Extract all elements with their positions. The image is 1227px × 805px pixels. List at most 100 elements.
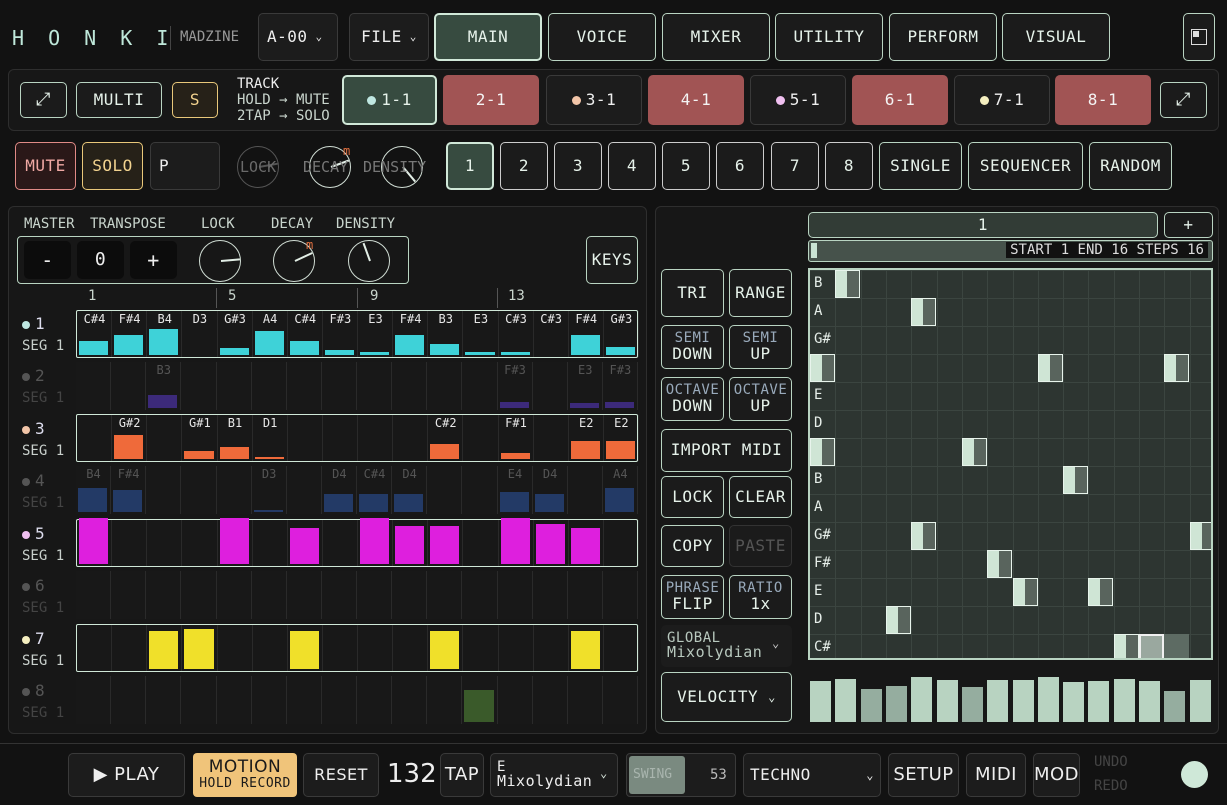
play-button[interactable]: ▶ PLAY: [68, 753, 185, 797]
sequencer-note[interactable]: [1088, 578, 1114, 606]
step-cell[interactable]: [288, 625, 323, 671]
lock-knob[interactable]: [199, 240, 241, 282]
step-cell[interactable]: [568, 571, 603, 619]
ratio-button[interactable]: RATIO 1x: [729, 575, 792, 619]
step-cell[interactable]: [357, 571, 393, 619]
step-cell[interactable]: [181, 362, 217, 410]
track-button-6[interactable]: 6-1: [852, 75, 948, 125]
step-cell[interactable]: [252, 571, 287, 619]
track-row-label-7[interactable]: 7: [22, 629, 45, 648]
swing-slider[interactable]: SWING 53: [626, 753, 736, 797]
velocity-bar[interactable]: [1164, 691, 1186, 722]
tab-visual[interactable]: VISUAL: [1002, 13, 1110, 61]
track-lane-7[interactable]: [76, 624, 639, 672]
density-knob[interactable]: [348, 240, 390, 282]
redo-button[interactable]: REDO: [1094, 778, 1128, 794]
step-cell[interactable]: [111, 676, 147, 724]
track-row-label-3[interactable]: 3: [22, 419, 45, 438]
step-cell[interactable]: [112, 520, 148, 566]
expand-icon[interactable]: ⤢: [1160, 82, 1207, 118]
step-cell[interactable]: [253, 520, 288, 566]
mod-button[interactable]: MOD: [1033, 753, 1080, 797]
step-cell[interactable]: [111, 571, 147, 619]
step-cell[interactable]: [287, 466, 322, 514]
step-cell[interactable]: [568, 466, 603, 514]
step-cell[interactable]: [499, 518, 534, 566]
step-cell[interactable]: E3: [463, 311, 499, 357]
track-lane-1[interactable]: C#4 F#4 B4 D3 G#3 A4 C#4 F#3 E3 F#4 B3 E3 C#3 C#3 F#4 G…: [76, 310, 639, 358]
step-cell[interactable]: [427, 676, 463, 724]
step-page-7[interactable]: 7: [771, 142, 819, 190]
loop-range-bar[interactable]: START 1 END 16 STEPS 16: [808, 240, 1213, 262]
step-cell[interactable]: [463, 415, 499, 461]
bpm-value[interactable]: 132: [387, 759, 437, 789]
random-button[interactable]: RANDOM: [1089, 142, 1172, 190]
step-cell[interactable]: C#4: [288, 311, 323, 357]
track-button-3[interactable]: 3-1: [546, 75, 642, 125]
mute-button[interactable]: MUTE: [15, 142, 76, 190]
step-cell[interactable]: [182, 520, 218, 566]
step-cell[interactable]: [322, 676, 357, 724]
step-cell[interactable]: [392, 362, 428, 410]
velocity-bar[interactable]: [1113, 679, 1135, 722]
step-cell[interactable]: [76, 571, 112, 619]
step-cell[interactable]: [499, 625, 534, 671]
step-cell[interactable]: F#4: [111, 466, 147, 514]
step-cell[interactable]: F#3: [323, 311, 358, 357]
step-cell[interactable]: [603, 676, 638, 724]
step-cell[interactable]: E2: [604, 415, 639, 461]
step-cell[interactable]: [111, 362, 147, 410]
tap-button[interactable]: TAP: [440, 753, 484, 797]
step-cell[interactable]: B3: [146, 362, 182, 410]
step-cell[interactable]: G#3: [604, 311, 639, 357]
track-lane-4[interactable]: B4 F#4 D3 D4 C#4 D4 E4 D4 A4: [76, 466, 638, 514]
step-cell[interactable]: [533, 362, 568, 410]
status-led-icon[interactable]: [1181, 761, 1208, 788]
sequencer-note[interactable]: [911, 298, 937, 326]
step-cell[interactable]: [76, 362, 112, 410]
step-cell[interactable]: [146, 676, 182, 724]
sequencer-note[interactable]: [835, 270, 861, 298]
lock-button[interactable]: LOCK: [661, 476, 724, 518]
velocity-bar[interactable]: [911, 677, 933, 722]
sequencer-note[interactable]: [961, 438, 987, 466]
step-cell[interactable]: [428, 520, 464, 566]
step-cell[interactable]: F#1: [499, 415, 534, 461]
step-cell[interactable]: [181, 676, 217, 724]
step-cell[interactable]: [146, 571, 182, 619]
velocity-bar[interactable]: [1088, 681, 1110, 722]
step-cell[interactable]: E3: [568, 362, 603, 410]
import-midi-button[interactable]: IMPORT MIDI: [661, 429, 792, 472]
step-cell[interactable]: [427, 466, 463, 514]
step-cell[interactable]: [358, 415, 394, 461]
pattern-selector[interactable]: 1: [808, 212, 1158, 238]
step-cell[interactable]: B1: [218, 415, 253, 461]
step-cell[interactable]: E2: [569, 415, 604, 461]
step-cell[interactable]: B4: [147, 311, 183, 357]
paste-button[interactable]: PASTE: [729, 525, 792, 567]
p-field[interactable]: P: [150, 142, 220, 190]
step-page-3[interactable]: 3: [554, 142, 602, 190]
track-button-1[interactable]: 1-1: [342, 75, 437, 125]
tri-button[interactable]: TRI: [661, 269, 724, 317]
track-lane-3[interactable]: G#2 G#1 B1 D1 C#2 F#1 E2 E2: [76, 414, 639, 462]
sequencer-note[interactable]: [810, 354, 835, 382]
solo-button[interactable]: SOLO: [82, 142, 143, 190]
step-cell[interactable]: [287, 362, 322, 410]
step-cell[interactable]: [181, 571, 217, 619]
clear-button[interactable]: CLEAR: [729, 476, 792, 518]
octave-up-button[interactable]: OCTAVE UP: [729, 377, 792, 421]
step-cell[interactable]: [322, 571, 357, 619]
track-button-8[interactable]: 8-1: [1055, 75, 1151, 125]
step-cell[interactable]: [76, 676, 112, 724]
step-cell[interactable]: D3: [182, 311, 218, 357]
step-cell[interactable]: [427, 571, 463, 619]
step-cell[interactable]: [217, 362, 252, 410]
semi-down-button[interactable]: SEMI DOWN: [661, 325, 724, 369]
step-cell[interactable]: [357, 362, 393, 410]
step-cell[interactable]: [462, 676, 498, 724]
step-cell[interactable]: D4: [392, 466, 428, 514]
step-cell[interactable]: [182, 625, 218, 671]
motion-record-button[interactable]: MOTION HOLD RECORD: [193, 753, 297, 797]
step-page-8[interactable]: 8: [825, 142, 873, 190]
